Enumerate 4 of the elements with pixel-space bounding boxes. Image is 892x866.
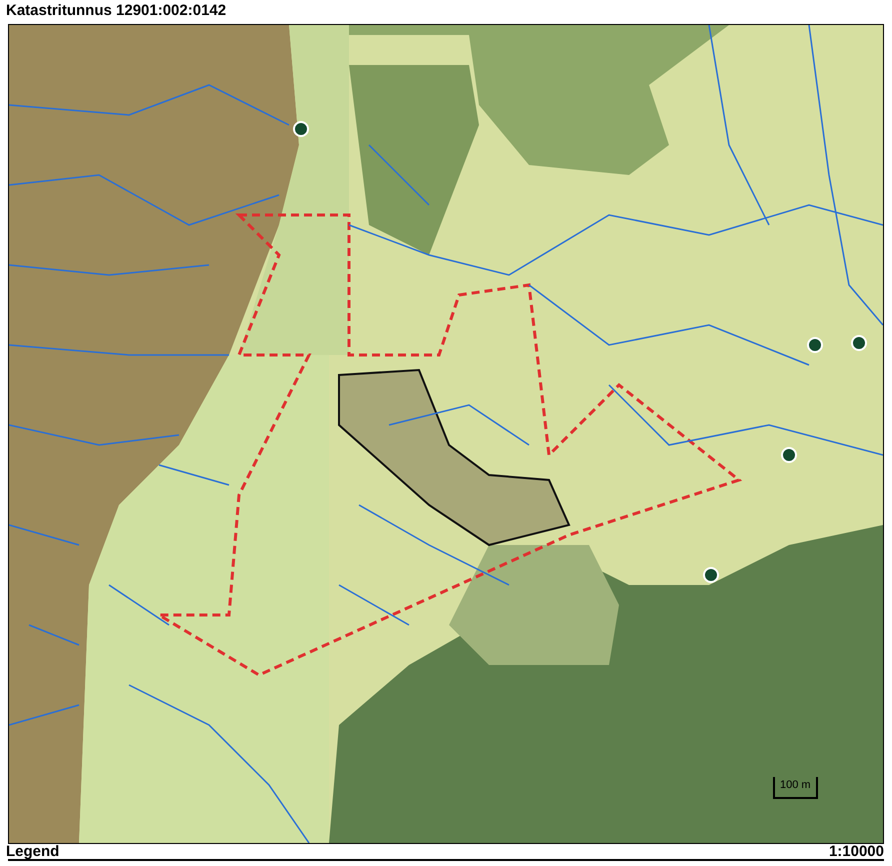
scale-bar: 100 m xyxy=(773,777,818,799)
legend-heading: Legend xyxy=(6,844,60,859)
page-title: Katastritunnus 12901:002:0142 xyxy=(6,1,228,21)
map-scale: 1:10000 xyxy=(828,844,884,859)
